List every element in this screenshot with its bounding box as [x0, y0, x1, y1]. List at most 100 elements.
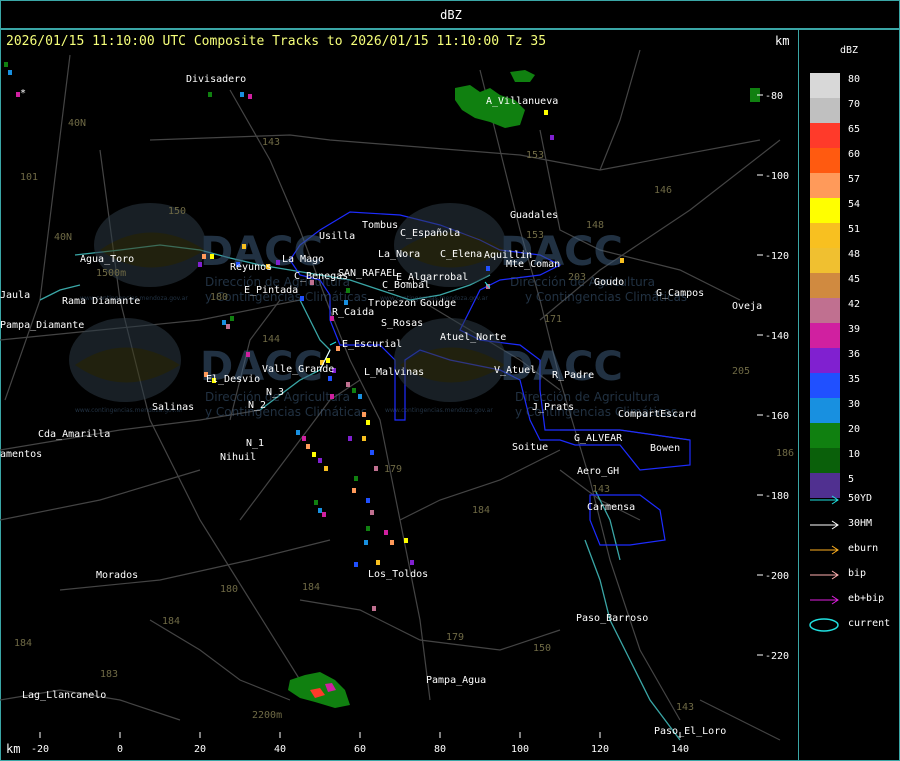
legend-swatch-36 [810, 348, 840, 373]
radar-cell [372, 606, 376, 611]
radar-cell [198, 262, 202, 267]
route-label: 1500m [96, 268, 126, 279]
radar-cell [8, 70, 12, 75]
radar-cell [202, 254, 206, 259]
track-label-eburn: eburn [848, 543, 879, 554]
route-label: 144 [262, 334, 280, 345]
radar-map[interactable]: DACC Dirección de Agricultura y Continge… [0, 0, 799, 761]
track-label-bip: bip [848, 568, 867, 579]
radar-cell [242, 244, 246, 249]
km-unit-top: km [775, 34, 790, 48]
radar-cell [296, 430, 300, 435]
radar-cell [370, 510, 374, 515]
place-label: G_ALVEAR [574, 433, 623, 444]
place-label: La Mago [282, 254, 324, 265]
legend-label-54: 54 [848, 199, 861, 210]
legend-label-35: 35 [848, 374, 861, 385]
place-label: Mte_Coman [506, 259, 560, 270]
place-label: Paso_Barroso [576, 613, 648, 624]
route-label: 40N [68, 118, 86, 129]
radar-cell [248, 94, 252, 99]
route-label: 184 [162, 616, 180, 627]
place-label: Oveja [732, 301, 762, 312]
y-tick-label: -100 [765, 171, 789, 182]
place-label: Divisadero [186, 74, 246, 85]
radar-cell [210, 254, 214, 259]
track-label-50YD: 50YD [848, 493, 873, 504]
place-label: amentos [0, 449, 42, 460]
radar-cell [346, 382, 350, 387]
place-label: Los_Toldos [368, 569, 428, 580]
radar-origin-marker: * [20, 88, 26, 99]
radar-cell [390, 540, 394, 545]
place-label: Cda_Amarilla [38, 429, 110, 440]
place-label: Pampa_Diamante [0, 320, 84, 331]
radar-cell [4, 62, 8, 67]
radar-cell [208, 92, 212, 97]
place-label: Jaula [0, 290, 30, 301]
legend-swatch-20 [810, 423, 840, 448]
radar-cell [410, 560, 414, 565]
x-tick-label: 80 [434, 744, 446, 755]
place-label: R_Caida [332, 307, 374, 318]
route-label: 183 [100, 669, 118, 680]
radar-cell [318, 508, 322, 513]
route-label: 40N [54, 232, 72, 243]
legend-label-39: 39 [848, 324, 861, 335]
legend-swatch-35 [810, 373, 840, 398]
radar-cell [620, 258, 624, 263]
radar-cell [226, 324, 230, 329]
x-tick-label: -20 [31, 744, 49, 755]
route-label: 186 [776, 448, 794, 459]
route-label: 2200m [252, 710, 282, 721]
legend-label-80: 80 [848, 74, 861, 85]
route-label: 153 [526, 230, 544, 241]
legend-label-57: 57 [848, 174, 861, 185]
place-label: C_Española [400, 228, 460, 239]
watermark-url: www.contingencias.mendoza.gov.ar [385, 407, 493, 414]
legend-swatch-48 [810, 248, 840, 273]
radar-cell [330, 394, 334, 399]
radar-cell [352, 488, 356, 493]
legend-swatch-54 [810, 198, 840, 223]
place-label: Valle_Grande [262, 364, 334, 375]
place-label: S_Rosas [381, 318, 423, 329]
place-label: Carmensa [587, 502, 635, 513]
y-tick-label: -160 [765, 411, 789, 422]
track-label-current: current [848, 618, 891, 629]
route-label: 148 [586, 220, 604, 231]
radar-cell [314, 500, 318, 505]
echo-cluster-north [510, 70, 535, 82]
place-label: Atuel_Norte [440, 332, 506, 343]
radar-cell [370, 450, 374, 455]
place-label: L_Malvinas [364, 367, 424, 378]
place-label: N_1 [246, 438, 264, 449]
legend-label-65: 65 [848, 124, 861, 135]
current-track-icon [809, 618, 839, 632]
radar-cell [318, 458, 322, 463]
place-label: Guadales [510, 210, 558, 221]
place-label: Soitue [512, 442, 548, 453]
x-axis-ticks: -20 0 20 40 60 80 100 120 140 [31, 732, 689, 755]
place-label: Morados [96, 570, 138, 581]
watermark-group: DACC Dirección de Agricultura y Continge… [69, 203, 687, 419]
route-label: 143 [676, 702, 694, 713]
track-line [329, 341, 337, 346]
legend-swatch-80 [810, 73, 840, 98]
y-tick-label: -80 [765, 91, 783, 102]
radar-cell [246, 352, 250, 357]
radar-cell [366, 420, 370, 425]
radar-cell [306, 444, 310, 449]
place-label: E_Escurial [342, 339, 402, 350]
radar-cell [302, 436, 306, 441]
place-label: Aero_GH [577, 466, 619, 477]
y-tick-label: -200 [765, 571, 789, 582]
radar-cell [346, 288, 350, 293]
place-label: C_Elena [440, 249, 482, 260]
place-label: Nihuil [220, 452, 256, 463]
radar-cell [366, 526, 370, 531]
route-label: 146 [654, 185, 672, 196]
place-label: G_Campos [656, 288, 704, 299]
place-label: Lag_Llancanelo [22, 690, 106, 701]
radar-cell [348, 436, 352, 441]
